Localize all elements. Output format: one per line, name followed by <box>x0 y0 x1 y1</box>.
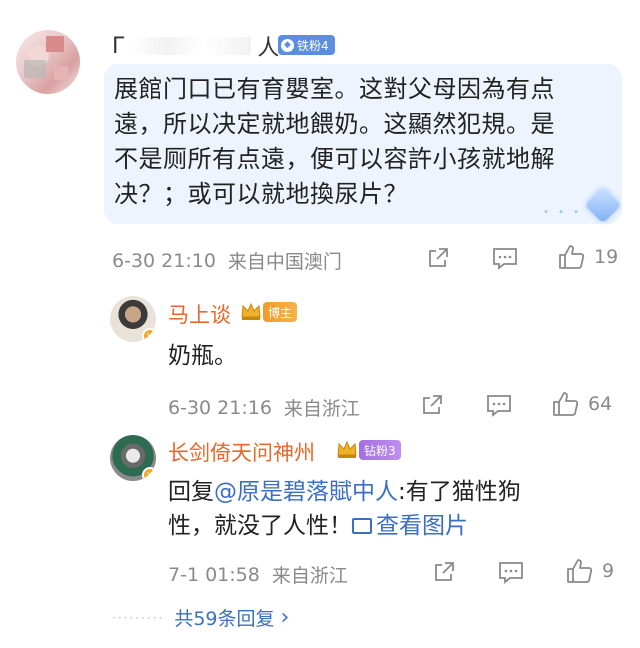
reply-text-line2: 性，就没了人性！ <box>168 513 352 539</box>
reply-time: 6-30 21:16 <box>168 396 272 419</box>
thumbs-up-icon <box>567 559 593 583</box>
role-badge[interactable]: 博主 <box>263 302 298 322</box>
comment-icon <box>499 562 523 584</box>
avatar[interactable]: V <box>110 435 156 481</box>
share-icon <box>423 395 442 414</box>
reply-username[interactable]: 马上谈 <box>168 299 231 329</box>
role-badge-label: 博主 <box>268 305 293 320</box>
like-button[interactable]: 64 <box>552 391 612 417</box>
verified-icon: V <box>142 467 156 481</box>
like-count: 19 <box>594 246 619 268</box>
image-icon <box>352 518 372 534</box>
comment-text-line: 遠，所以决定就地餵奶。这顯然犯規。是 <box>114 110 555 138</box>
role-badge[interactable]: 钻粉3 <box>359 440 401 460</box>
crown-icon <box>241 302 261 320</box>
crown-icon <box>337 440 357 458</box>
comment-button[interactable] <box>498 560 524 584</box>
avatar[interactable]: V <box>110 296 156 342</box>
share-icon <box>429 248 448 267</box>
comment-source: 来自中国澳门 <box>227 251 342 273</box>
comment-text-line: 不是厕所有点遠，便可以容許小孩就地解 <box>114 145 555 173</box>
reply-source: 来自浙江 <box>271 565 348 587</box>
reply-text: 奶瓶。 <box>168 343 237 369</box>
diamond-icon: ◆ <box>281 38 294 52</box>
bubble-sparkle-decoration: • • • <box>542 207 582 218</box>
reply-prefix: 回复 <box>168 479 214 505</box>
reply-source: 来自浙江 <box>283 398 360 420</box>
comment-text-line: 展館门口已有育嬰室。这對父母因為有点 <box>114 75 555 103</box>
username-prefix: Г <box>112 33 126 59</box>
reply-text-rest: :有了猫性狗 <box>398 479 521 505</box>
more-replies-link[interactable]: ········· 共59条回复 › <box>112 604 289 631</box>
comment-button[interactable] <box>486 393 512 417</box>
chevron-right-icon: › <box>280 605 290 630</box>
avatar[interactable] <box>16 30 80 94</box>
comment-bubble[interactable]: 展館门口已有育嬰室。这對父母因為有点 遠，所以决定就地餵奶。这顯然犯規。是 不是… <box>104 64 622 224</box>
thumbs-up-icon <box>559 245 585 269</box>
view-image-label: 查看图片 <box>376 513 468 539</box>
username-blur <box>131 37 252 55</box>
share-button[interactable] <box>426 246 450 270</box>
share-button[interactable] <box>432 560 456 584</box>
like-count: 64 <box>588 393 613 415</box>
reply-username[interactable]: 长剑倚天问神州 <box>168 437 315 467</box>
username[interactable]: Г 人 <box>112 32 280 62</box>
avatar-pixel <box>46 36 64 52</box>
username-suffix: 人 <box>257 36 280 61</box>
comment-button[interactable] <box>492 246 518 270</box>
role-badge-label: 钻粉3 <box>364 443 396 458</box>
share-button[interactable] <box>420 393 444 417</box>
reply-time: 7-1 01:58 <box>168 563 260 586</box>
share-icon <box>435 562 454 581</box>
like-count: 9 <box>602 560 615 582</box>
comment-text-line: 决？；或可以就地換尿片？ <box>114 180 408 208</box>
comment-icon <box>487 395 511 417</box>
thumbs-up-icon <box>553 392 579 416</box>
fan-badge[interactable]: ◆ 铁粉4 <box>278 35 335 55</box>
reply-text: 回复@原是碧落賦中人:有了猫性狗 性，就没了人性！ 查看图片 <box>168 475 608 543</box>
more-replies-label: 共59条回复 <box>174 608 275 630</box>
avatar-pixel <box>24 60 46 78</box>
comment-time: 6-30 21:10 <box>112 249 216 272</box>
reply-meta: 7-1 01:58 来自浙江 <box>168 561 348 588</box>
fan-badge-label: 铁粉4 <box>297 38 329 53</box>
view-image-link[interactable]: 查看图片 <box>352 513 468 539</box>
verified-icon: V <box>142 328 156 342</box>
divider-dots: ········· <box>112 610 165 625</box>
like-button[interactable]: 9 <box>566 558 614 584</box>
like-button[interactable]: 19 <box>558 244 618 270</box>
comment-meta: 6-30 21:10 来自中国澳门 <box>112 247 342 274</box>
avatar-pixel <box>54 66 68 80</box>
comment-icon <box>493 248 517 270</box>
reply-meta: 6-30 21:16 来自浙江 <box>168 394 360 421</box>
mention-link[interactable]: @原是碧落賦中人 <box>214 479 398 505</box>
